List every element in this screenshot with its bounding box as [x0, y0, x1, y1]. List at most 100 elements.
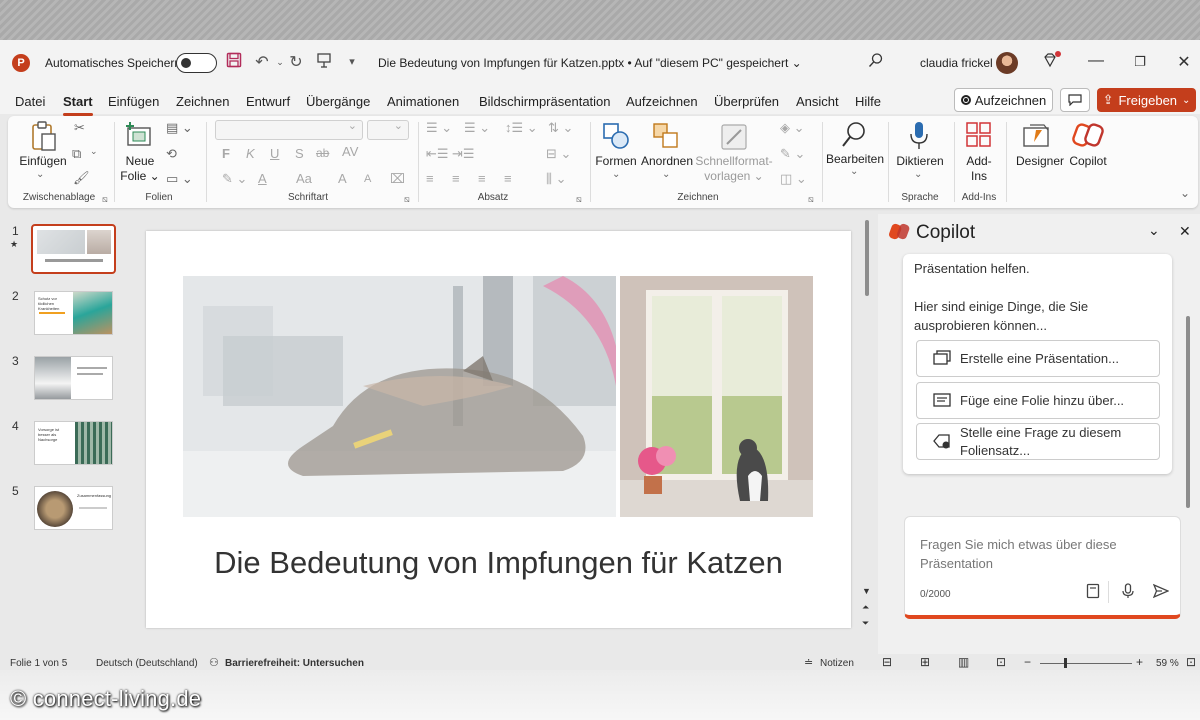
designer-icon[interactable]	[1022, 122, 1052, 153]
dictate-button[interactable]: Diktieren	[892, 154, 948, 169]
columns-icon[interactable]: ⫼ ⌄	[546, 171, 567, 187]
copy-icon[interactable]: ⧉	[72, 146, 81, 162]
language-status[interactable]: Deutsch (Deutschland)	[96, 658, 198, 669]
underline-button[interactable]: U	[270, 146, 279, 161]
search-icon[interactable]	[868, 52, 884, 73]
document-title[interactable]: Die Bedeutung von Impfungen für Katzen.p…	[378, 56, 802, 70]
reading-view-icon[interactable]: ▥	[958, 655, 969, 669]
font-family-select[interactable]	[215, 119, 363, 140]
slideshow-view-icon[interactable]: ⊡	[996, 655, 1006, 669]
shape-fill-icon[interactable]: ◈ ⌄	[780, 120, 805, 136]
paragraph-launcher-icon[interactable]: ⧅	[576, 194, 582, 205]
copilot-prompt-input[interactable]: Fragen Sie mich etwas über diese Präsent…	[904, 516, 1181, 619]
bullets-icon[interactable]: ☰ ⌄	[426, 120, 452, 136]
suggestion-ask-question[interactable]: Stelle eine Frage zu diesem Foliensatz..…	[916, 423, 1160, 460]
zoom-level[interactable]: 59 %	[1156, 658, 1179, 669]
shapes-button[interactable]: Formen	[594, 154, 638, 169]
font-color-button[interactable]: A	[258, 171, 267, 186]
section-icon[interactable]: ▭ ⌄	[166, 171, 193, 187]
slide-thumbnail-5[interactable]: Zusammenfassung	[34, 486, 113, 530]
prompt-library-icon[interactable]	[1086, 583, 1100, 604]
chevron-down-icon[interactable]: ⌄	[1148, 222, 1160, 239]
tab-datei[interactable]: Datei	[15, 94, 45, 109]
font-size-select[interactable]	[367, 119, 409, 140]
quick-styles-icon[interactable]	[719, 122, 749, 157]
align-right-icon[interactable]: ≡	[478, 171, 486, 186]
tab-ueberpruefen[interactable]: Überprüfen	[714, 94, 779, 109]
layout-icon[interactable]: ▤ ⌄	[166, 120, 193, 136]
tab-start[interactable]: Start	[63, 94, 93, 116]
tab-zeichnen[interactable]: Zeichnen	[176, 94, 229, 109]
microphone-icon[interactable]	[908, 120, 930, 157]
accessibility-status[interactable]: Barrierefreiheit: Untersuchen	[225, 658, 364, 669]
line-spacing-icon[interactable]: ↕☰ ⌄	[505, 120, 538, 136]
bold-button[interactable]: F	[222, 146, 230, 161]
clipboard-launcher-icon[interactable]: ⧅	[102, 194, 108, 205]
font-launcher-icon[interactable]: ⧅	[404, 194, 410, 205]
quick-styles-button[interactable]: Schnellformat-	[694, 154, 774, 169]
align-left-icon[interactable]: ≡	[426, 171, 434, 186]
ribbon-collapse-icon[interactable]: ⌄	[1180, 186, 1190, 200]
align-center-icon[interactable]: ≡	[452, 171, 460, 186]
zoom-slider-thumb[interactable]	[1064, 658, 1067, 668]
customize-toolbar-icon[interactable]: ▾	[342, 55, 362, 68]
tab-aufzeichnen[interactable]: Aufzeichnen	[626, 94, 698, 109]
minimize-icon[interactable]: —	[1086, 52, 1106, 70]
close-icon[interactable]: ✕	[1174, 52, 1194, 72]
paste-button[interactable]: Einfügen	[18, 154, 68, 169]
designer-button[interactable]: Designer	[1012, 154, 1068, 169]
cat-window-image[interactable]	[620, 276, 813, 517]
next-slide-icon[interactable]: ⏷	[862, 618, 869, 629]
increase-indent-icon[interactable]: ⇥☰	[452, 146, 475, 162]
accessibility-icon[interactable]: ⚇	[209, 656, 219, 669]
zoom-slider-track[interactable]	[1040, 663, 1132, 664]
arrange-icon[interactable]	[652, 122, 680, 155]
avatar[interactable]	[996, 52, 1018, 74]
copilot-scrollbar[interactable]	[1186, 316, 1190, 508]
format-painter-icon[interactable]: 🖌	[73, 170, 90, 186]
addins-button-line2[interactable]: Ins	[958, 169, 1000, 184]
decrease-indent-icon[interactable]: ⇤☰	[426, 146, 449, 162]
previous-slide-icon[interactable]: ⏶	[862, 602, 869, 613]
new-slide-icon[interactable]	[124, 122, 154, 155]
drawing-launcher-icon[interactable]: ⧅	[808, 194, 814, 205]
slide-sorter-icon[interactable]: ⊞	[920, 655, 930, 669]
slide-title[interactable]: Die Bedeutung von Impfungen für Katzen	[146, 545, 851, 581]
dictate-dropdown-icon[interactable]: ⌄	[914, 169, 922, 180]
shapes-dropdown-icon[interactable]: ⌄	[612, 169, 620, 180]
addins-icon[interactable]	[966, 122, 992, 153]
shape-effects-icon[interactable]: ◫ ⌄	[780, 171, 807, 187]
close-pane-icon[interactable]: ✕	[1179, 223, 1191, 240]
redo-icon[interactable]: ↻	[286, 52, 306, 72]
justify-icon[interactable]: ≡	[504, 171, 512, 186]
present-from-start-icon[interactable]	[314, 52, 334, 73]
arrange-dropdown-icon[interactable]: ⌄	[662, 169, 670, 180]
tab-hilfe[interactable]: Hilfe	[855, 94, 881, 109]
send-icon[interactable]	[1152, 583, 1170, 604]
record-button[interactable]: Aufzeichnen	[954, 88, 1053, 112]
save-icon[interactable]	[224, 52, 244, 73]
slide-thumbnail-4[interactable]: Vorsorge ist besser als Nachsorge	[34, 421, 113, 465]
shrink-font-icon[interactable]: A	[364, 173, 371, 185]
numbering-icon[interactable]: ☰ ⌄	[464, 120, 490, 136]
slide-thumbnail-2[interactable]: Schutz vor tödlichen Krankheiten	[34, 291, 113, 335]
char-spacing-button[interactable]: AV	[342, 144, 358, 159]
paste-dropdown-icon[interactable]: ⌄	[36, 169, 44, 180]
shapes-icon[interactable]	[602, 122, 630, 155]
highlight-icon[interactable]: ✎ ⌄	[222, 171, 247, 187]
arrange-button[interactable]: Anordnen	[640, 154, 694, 169]
user-name[interactable]: claudia frickel	[920, 56, 993, 70]
copilot-ribbon-icon[interactable]	[1072, 122, 1104, 153]
reset-slide-icon[interactable]: ⟲	[166, 146, 177, 162]
edit-button[interactable]: Bearbeiten	[822, 152, 888, 167]
new-slide-button[interactable]: Neue	[120, 154, 160, 169]
slide-thumbnail-3[interactable]	[34, 356, 113, 400]
autosave-toggle[interactable]	[176, 53, 217, 73]
tab-einfuegen[interactable]: Einfügen	[108, 94, 159, 109]
microphone-icon[interactable]	[1121, 583, 1135, 604]
zoom-in-icon[interactable]: +	[1136, 655, 1143, 669]
find-icon[interactable]	[840, 120, 868, 155]
notes-icon[interactable]: ≐	[804, 656, 813, 669]
strikethrough-button[interactable]: ab	[316, 146, 329, 160]
slide-scrollbar[interactable]: ▼ ⏶ ⏷	[862, 214, 876, 634]
